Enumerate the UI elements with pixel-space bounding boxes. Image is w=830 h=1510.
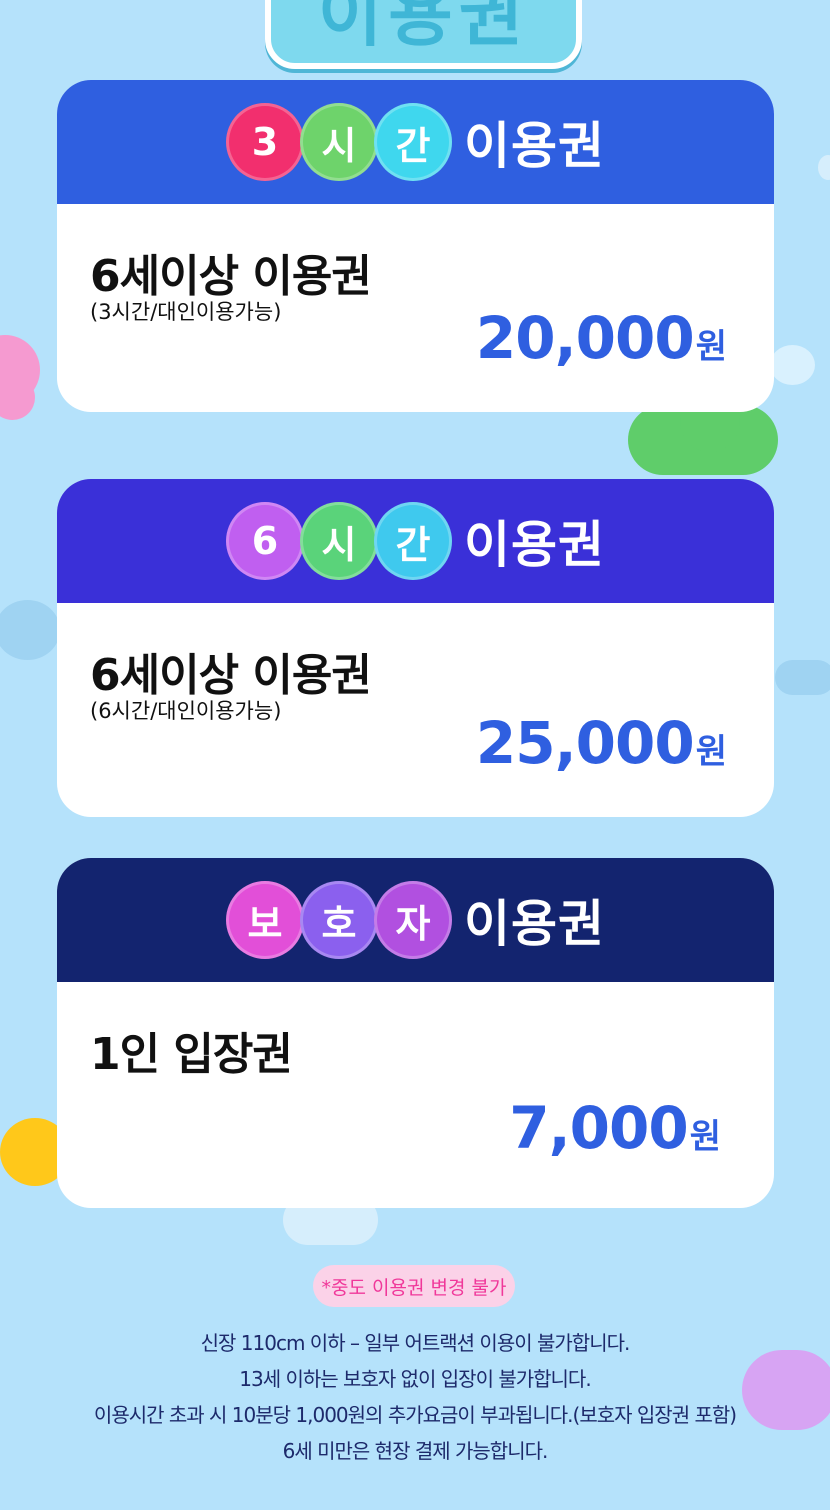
badge-bubble: 자 (374, 881, 452, 959)
price-amount: 7,000 (509, 1094, 688, 1162)
ticket-note: (6시간/대인이용가능) (90, 699, 282, 723)
card-header: 6 시 간 이용권 (57, 479, 774, 603)
notice-line: 신장 110cm 이하 – 일부 어트랙션 이용이 불가합니다. (200, 1331, 631, 1355)
price-amount: 25,000 (475, 709, 695, 777)
badge-bubble: 시 (300, 103, 378, 181)
notice-badge: *중도 이용권 변경 불가 (313, 1265, 515, 1307)
blue-cloud-left (0, 600, 60, 660)
card-header-label: 이용권 (464, 895, 605, 953)
ticket-price: 20,000 원 (475, 304, 727, 372)
blue-cloud-right-mid (775, 660, 830, 695)
notice-line: 13세 이하는 보호자 없이 입장이 불가합니다. (239, 1367, 591, 1391)
card-body: 6세이상 이용권 (3시간/대인이용가능) 20,000 원 (57, 204, 774, 412)
ticket-name: 1인 입장권 (90, 1029, 293, 1080)
badge-bubble: 6 (226, 502, 304, 580)
badge-bubble: 호 (300, 881, 378, 959)
card-header: 보 호 자 이용권 (57, 858, 774, 982)
card-body: 1인 입장권 7,000 원 (57, 982, 774, 1208)
card-header-label: 이용권 (464, 516, 605, 574)
blue-cloud-right (770, 345, 815, 385)
notice-list: 신장 110cm 이하 – 일부 어트랙션 이용이 불가합니다. 13세 이하는… (60, 1325, 770, 1469)
ticket-name: 6세이상 이용권 (90, 251, 372, 302)
card-header: 3 시 간 이용권 (57, 80, 774, 204)
notice-line: 이용시간 초과 시 10분당 1,000원의 추가요금이 부과됩니다.(보호자 … (93, 1403, 737, 1427)
price-unit: 원 (695, 327, 727, 367)
notice-line: 6세 미만은 현장 결제 가능합니다. (282, 1439, 549, 1463)
price-unit: 원 (695, 732, 727, 772)
ticket-card-6h: 6 시 간 이용권 6세이상 이용권 (6시간/대인이용가능) 25,000 원 (57, 479, 774, 817)
badge-bubble: 간 (374, 502, 452, 580)
ticket-card-3h: 3 시 간 이용권 6세이상 이용권 (3시간/대인이용가능) 20,000 원 (57, 80, 774, 412)
badge-bubble: 3 (226, 103, 304, 181)
ticket-price: 7,000 원 (509, 1094, 721, 1162)
ticket-price: 25,000 원 (475, 709, 727, 777)
blue-dot-right (818, 155, 830, 180)
price-amount: 20,000 (475, 304, 695, 372)
page-title: 이용권 (265, 0, 582, 69)
ticket-name: 6세이상 이용권 (90, 650, 372, 701)
ticket-note: (3시간/대인이용가능) (90, 300, 282, 324)
ticket-card-guardian: 보 호 자 이용권 1인 입장권 7,000 원 (57, 858, 774, 1208)
badge-bubble: 시 (300, 502, 378, 580)
price-unit: 원 (689, 1117, 721, 1157)
card-body: 6세이상 이용권 (6시간/대인이용가능) 25,000 원 (57, 603, 774, 817)
badge-bubble: 간 (374, 103, 452, 181)
badge-bubble: 보 (226, 881, 304, 959)
card-header-label: 이용권 (464, 117, 605, 175)
